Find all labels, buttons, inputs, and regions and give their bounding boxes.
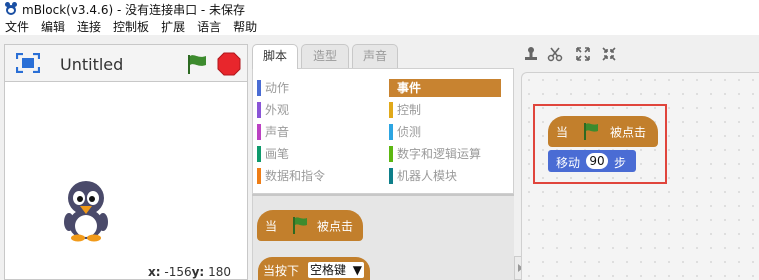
dropdown-arrow-icon: ▼ <box>352 263 362 277</box>
fullscreen-icon[interactable] <box>16 53 40 73</box>
key-dropdown-value: 空格键 <box>310 263 347 277</box>
menu-extensions[interactable]: 扩展 <box>161 18 185 35</box>
highlight-box <box>533 104 667 184</box>
category-sound[interactable]: 声音 <box>257 123 377 141</box>
stage-canvas[interactable] <box>5 82 247 279</box>
x-value: -156 <box>164 265 192 279</box>
category-events[interactable]: 事件 <box>389 79 501 97</box>
grow-icon[interactable] <box>575 46 591 62</box>
palette-when-key-pressed-block[interactable]: 当按下 空格键 ▼ <box>258 257 370 280</box>
category-robots[interactable]: 机器人模块 <box>389 167 501 185</box>
menu-file[interactable]: 文件 <box>5 18 29 35</box>
block-categories: 动作 事件 外观 控制 声音 侦测 画笔 数字和逻辑运算 数据和指令 机器人模块 <box>252 68 514 194</box>
stage-header: Untitled <box>5 45 247 82</box>
window-title: mBlock(v3.4.6) - 没有连接串口 - 未保存 <box>22 2 246 17</box>
block-when-label: 当 <box>265 219 278 233</box>
tab-scripts[interactable]: 脚本 <box>252 44 298 69</box>
menu-board[interactable]: 控制板 <box>113 18 149 35</box>
block-key-label: 当按下 <box>263 264 300 278</box>
x-label: x: <box>148 265 161 279</box>
title-bar: mBlock(v3.4.6) - 没有连接串口 - 未保存 <box>0 0 759 18</box>
key-dropdown[interactable]: 空格键 ▼ <box>308 262 364 278</box>
palette-when-flag-clicked-block[interactable]: 当 被点击 <box>257 210 363 241</box>
green-flag-icon <box>293 217 307 234</box>
tab-costumes[interactable]: 造型 <box>301 44 349 68</box>
panda-sprite[interactable] <box>60 178 112 242</box>
y-label: y: <box>191 265 205 279</box>
menu-bar: 文件 编辑 连接 控制板 扩展 语言 帮助 <box>0 18 759 35</box>
category-looks[interactable]: 外观 <box>257 101 377 119</box>
stop-icon[interactable] <box>217 52 241 76</box>
category-motion[interactable]: 动作 <box>257 79 377 97</box>
project-title[interactable]: Untitled <box>60 55 123 74</box>
category-sensing[interactable]: 侦测 <box>389 123 501 141</box>
green-flag-icon[interactable] <box>186 54 208 74</box>
duplicate-stamp-icon[interactable] <box>523 46 539 62</box>
category-operators[interactable]: 数字和逻辑运算 <box>389 145 509 163</box>
mouse-coordinates: x: -156y: 180 <box>148 265 231 279</box>
menu-edit[interactable]: 编辑 <box>41 18 65 35</box>
menu-help[interactable]: 帮助 <box>233 18 257 35</box>
menu-connect[interactable]: 连接 <box>77 18 101 35</box>
category-control[interactable]: 控制 <box>389 101 501 119</box>
y-value: 180 <box>208 265 231 279</box>
mblock-logo-icon <box>4 2 18 16</box>
delete-scissors-icon[interactable] <box>547 46 563 62</box>
shrink-icon[interactable] <box>601 46 617 62</box>
menu-language[interactable]: 语言 <box>197 18 221 35</box>
block-clicked-label: 被点击 <box>317 219 354 233</box>
category-data[interactable]: 数据和指令 <box>257 167 377 185</box>
category-pen[interactable]: 画笔 <box>257 145 377 163</box>
stage-panel: Untitled <box>4 44 248 280</box>
tab-sounds[interactable]: 声音 <box>352 44 398 68</box>
